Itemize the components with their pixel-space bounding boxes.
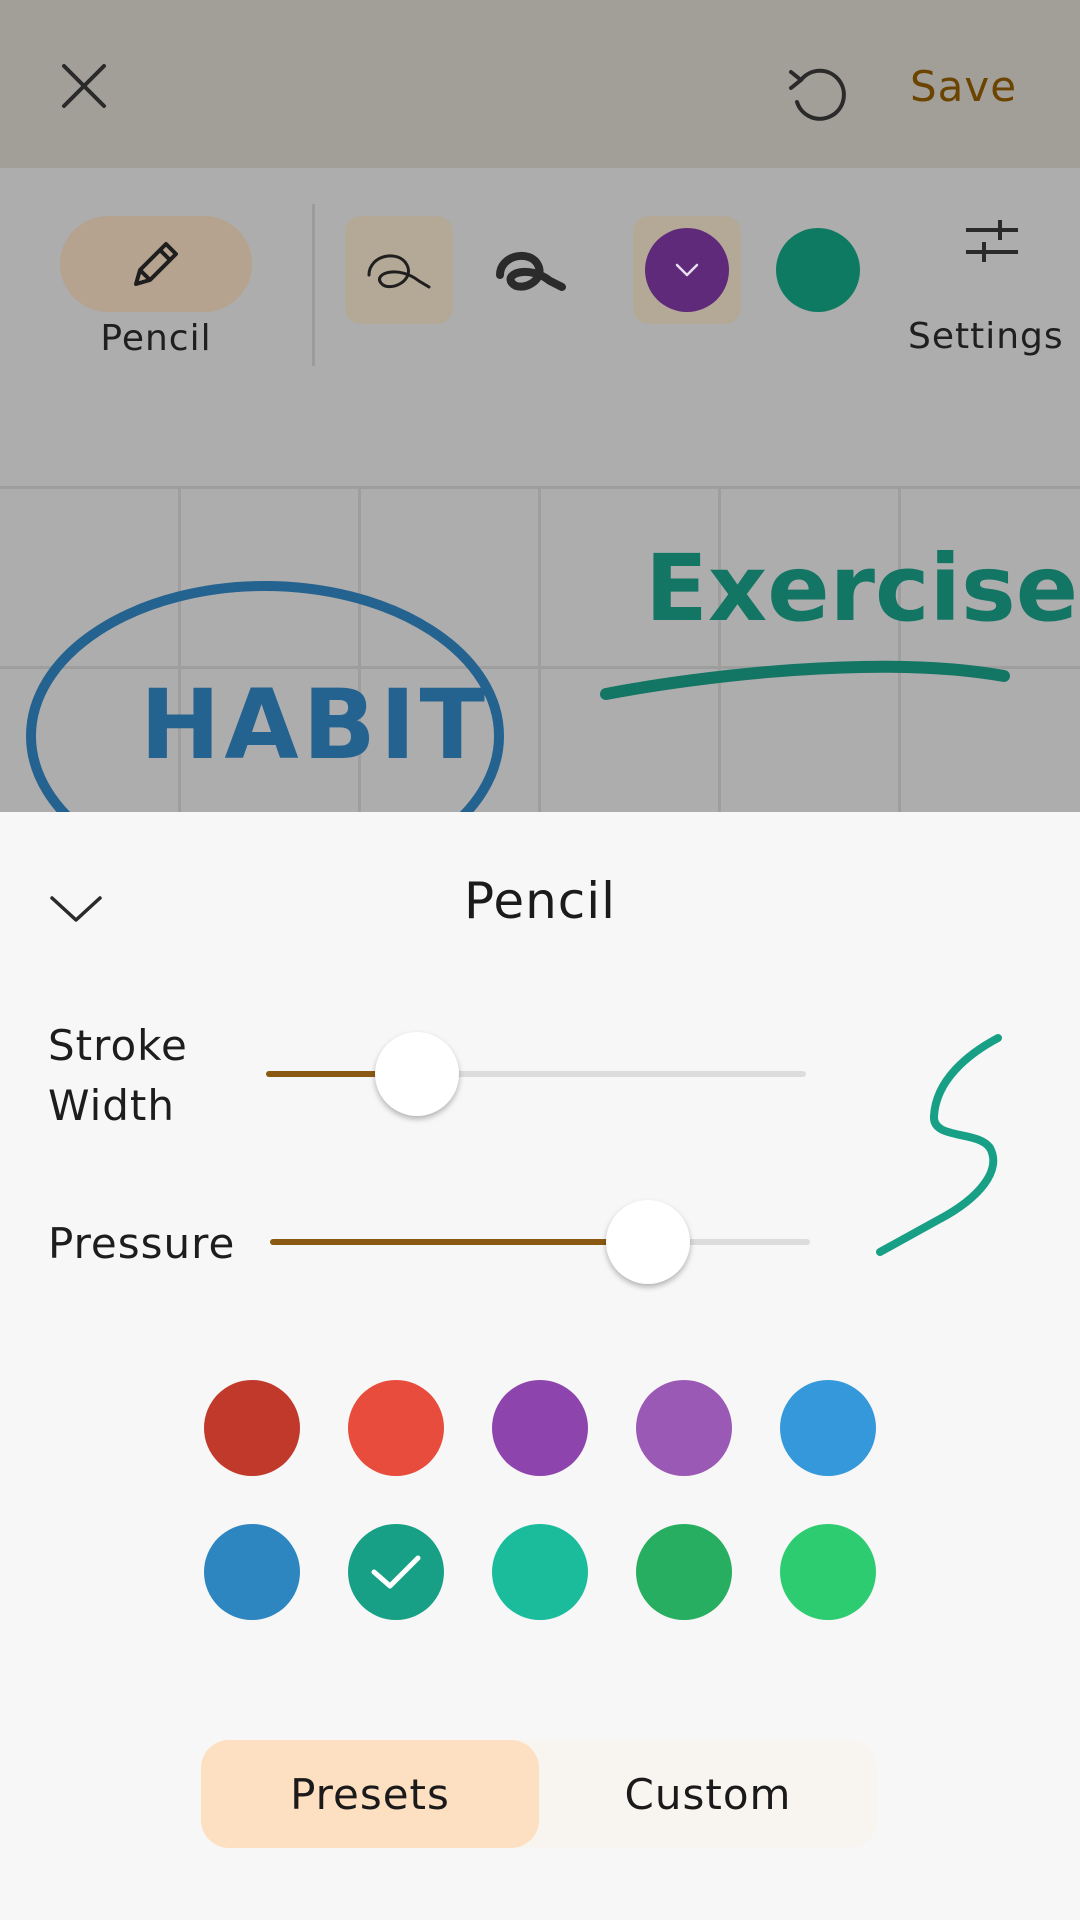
close-icon <box>62 64 106 108</box>
stroke-style-thick-button[interactable] <box>476 216 584 324</box>
collapse-sheet-button[interactable] <box>44 876 108 940</box>
pressure-slider[interactable] <box>270 1239 810 1245</box>
stroke-width-thumb[interactable] <box>375 1032 460 1116</box>
selected-color-swatch <box>645 228 729 312</box>
thick-stroke-icon <box>496 252 566 291</box>
stroke-width-label: Stroke Width <box>48 1016 248 1136</box>
canvas-ink: HABIT Exercise <box>26 535 1078 812</box>
chevron-down-icon <box>50 896 102 922</box>
stroke-width-slider[interactable] <box>266 1071 806 1077</box>
underline-stroke <box>600 660 1010 700</box>
color-swatch[interactable] <box>204 1524 300 1620</box>
exercise-ink-text: Exercise <box>645 535 1078 642</box>
color-swatch[interactable] <box>492 1380 588 1476</box>
color-palette <box>204 1380 876 1620</box>
save-button[interactable]: Save <box>910 56 1040 116</box>
thin-stroke-icon <box>367 254 431 289</box>
undo-icon <box>789 68 846 121</box>
color-swatch[interactable] <box>780 1524 876 1620</box>
tool-toolbar: Pencil Settings <box>0 168 1080 486</box>
color-swatch[interactable] <box>492 1524 588 1620</box>
secondary-color-button[interactable] <box>776 228 860 312</box>
close-button[interactable] <box>48 50 120 122</box>
stroke-width-label-line2: Width <box>48 1081 176 1130</box>
color-swatch[interactable] <box>204 1380 300 1476</box>
sheet-title: Pencil <box>463 872 617 930</box>
pencil-tool-button[interactable] <box>60 216 252 312</box>
settings-button[interactable]: Settings <box>900 212 1080 372</box>
pressure-label: Pressure <box>48 1219 236 1268</box>
toolbar-divider <box>312 204 315 366</box>
stroke-style-thin-button[interactable] <box>345 216 453 324</box>
top-app-bar: Save <box>0 0 1080 168</box>
pressure-thumb[interactable] <box>606 1200 690 1284</box>
color-swatch[interactable] <box>348 1524 444 1620</box>
pencil-tool-label: Pencil <box>100 318 212 359</box>
check-icon <box>371 1555 421 1589</box>
drawing-canvas[interactable]: HABIT Exercise <box>0 486 1080 812</box>
presets-custom-toggle: Presets Custom <box>201 1740 877 1848</box>
undo-button[interactable] <box>778 58 858 130</box>
current-color-button[interactable] <box>633 216 741 324</box>
chevron-down-icon <box>675 263 699 277</box>
pressure-fill <box>270 1239 648 1245</box>
color-swatch[interactable] <box>636 1524 732 1620</box>
settings-label: Settings <box>908 316 1064 357</box>
color-swatch[interactable] <box>348 1380 444 1476</box>
sliders-icon <box>966 220 1018 262</box>
color-swatch[interactable] <box>780 1380 876 1476</box>
color-swatch[interactable] <box>636 1380 732 1476</box>
pencil-icon <box>134 242 178 286</box>
custom-tab[interactable]: Custom <box>539 1740 877 1848</box>
stroke-preview <box>876 1034 1002 1256</box>
presets-tab[interactable]: Presets <box>201 1740 539 1848</box>
stroke-width-label-line1: Stroke <box>48 1021 188 1070</box>
habit-ink-text: HABIT <box>140 669 489 781</box>
